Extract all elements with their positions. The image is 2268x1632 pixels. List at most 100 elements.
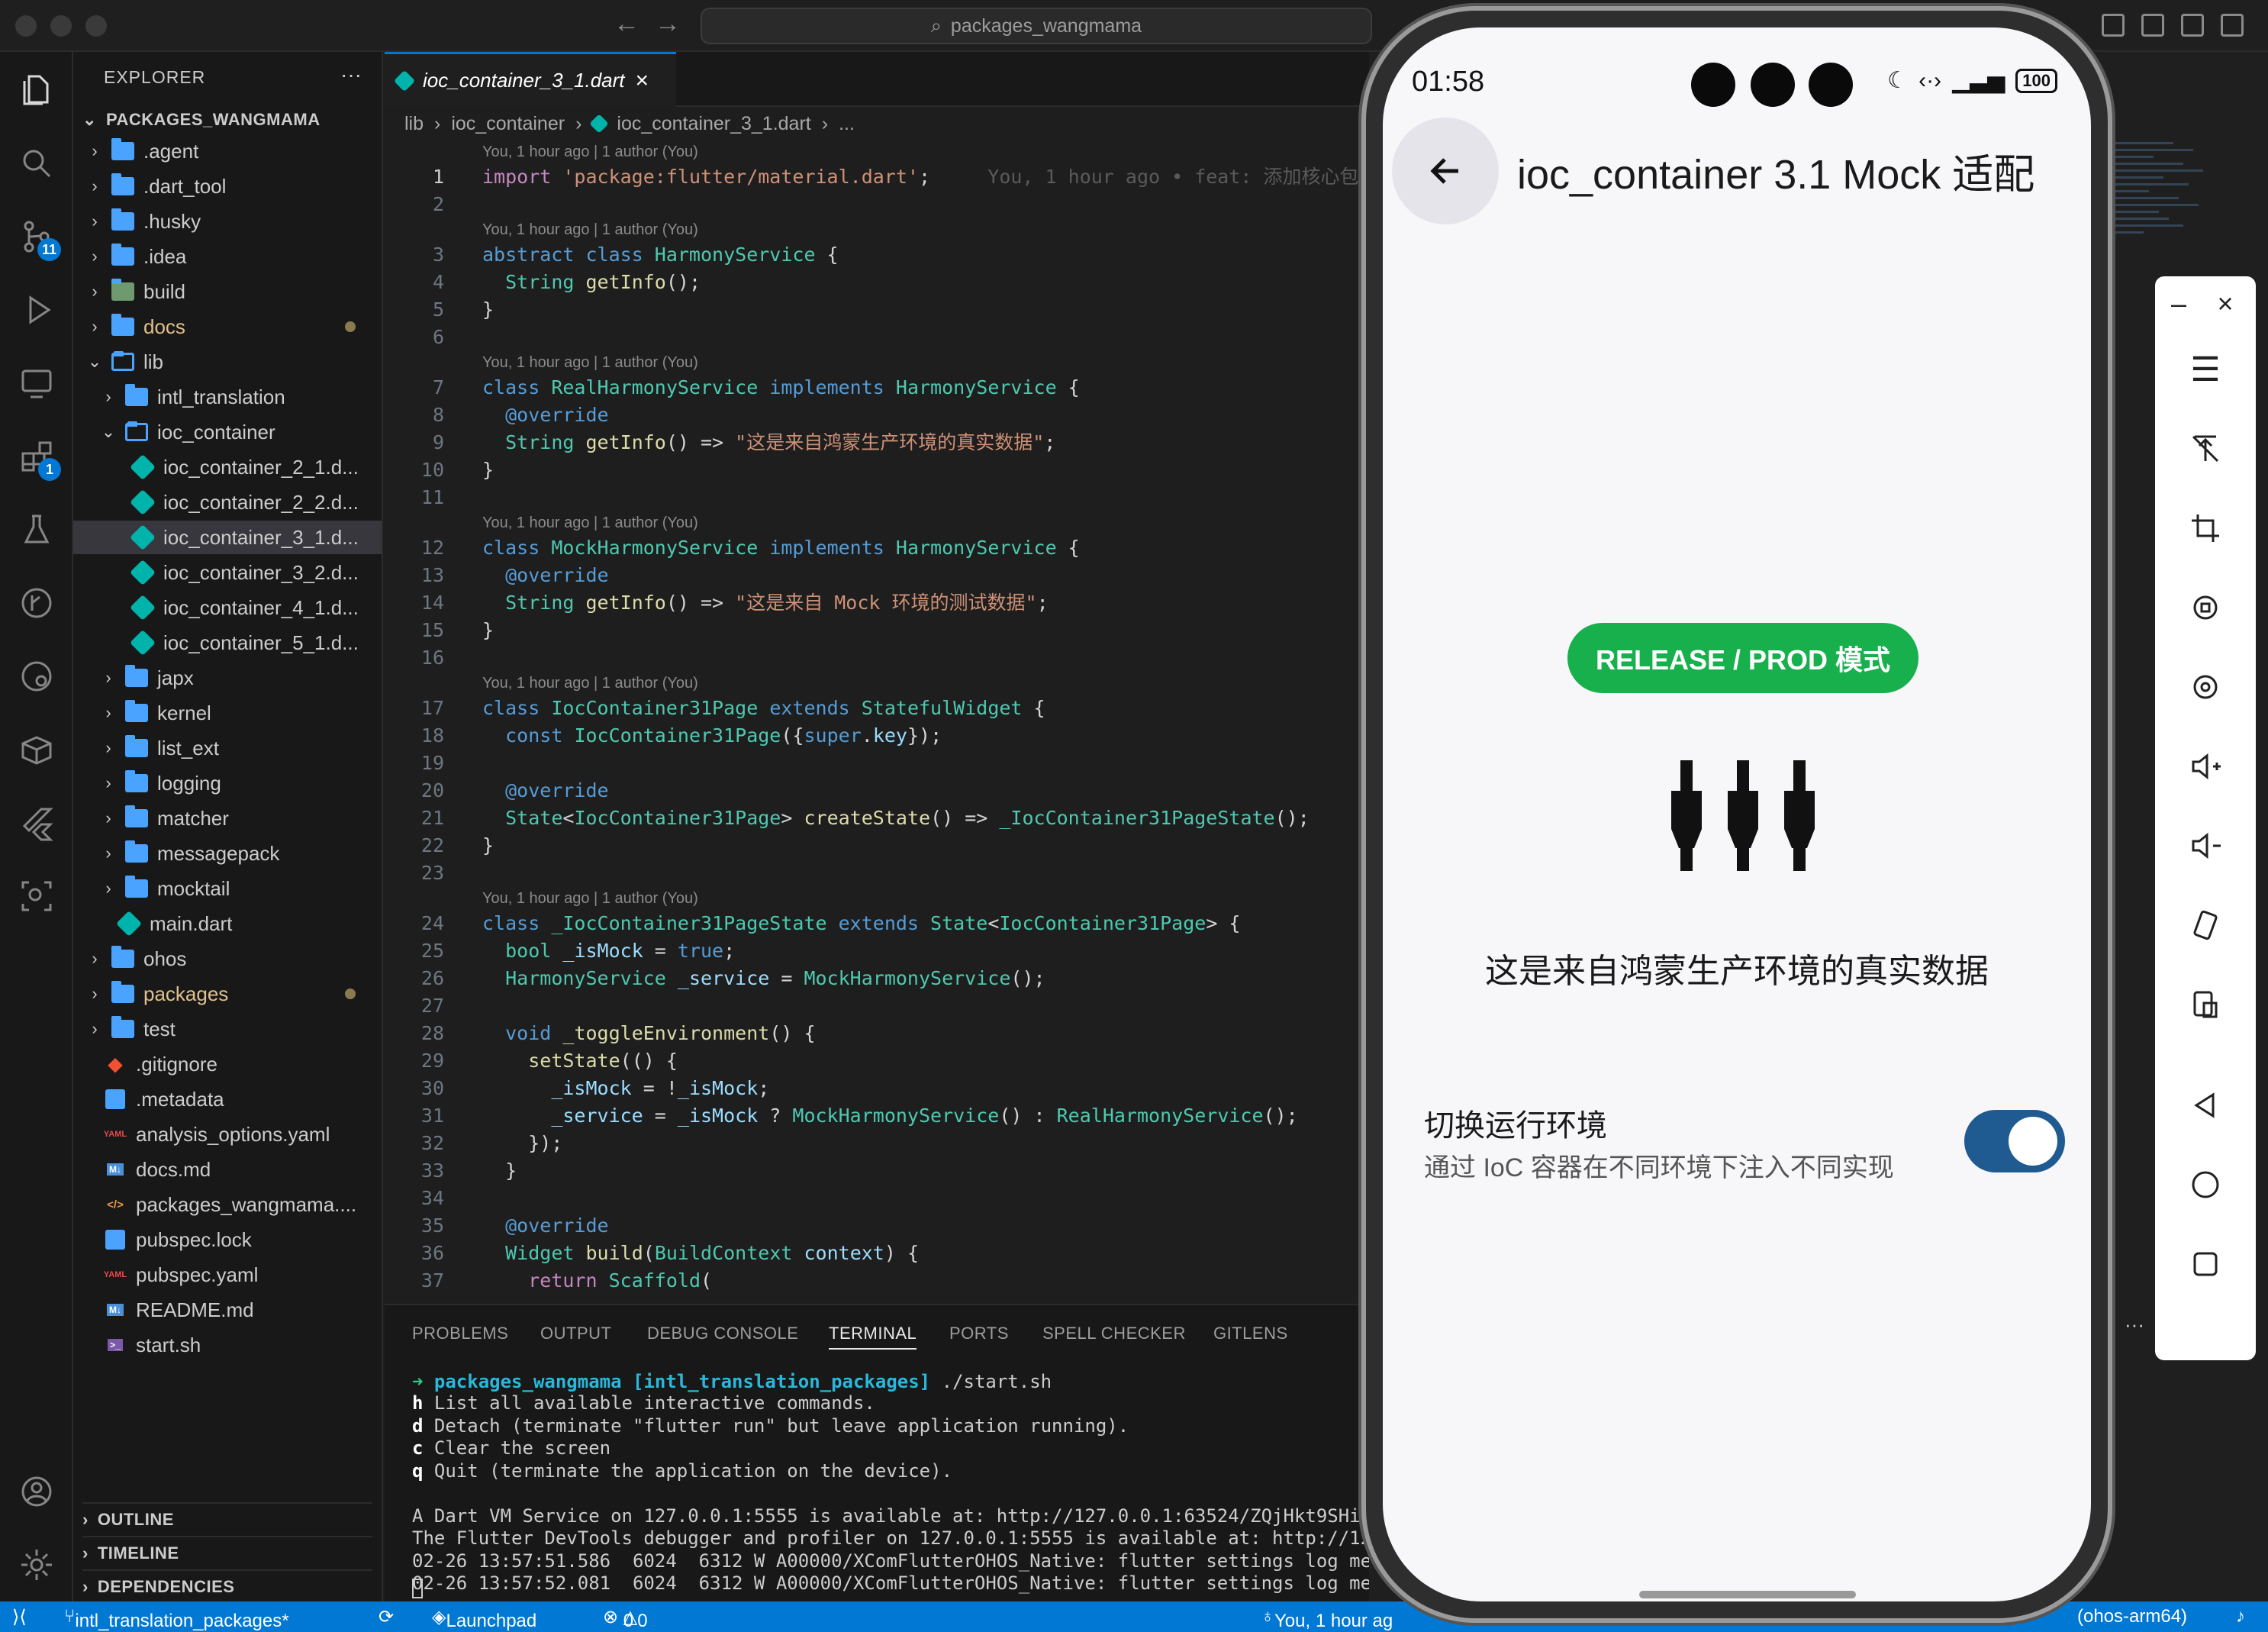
launchpad-status[interactable]: ◈ Launchpad	[432, 1606, 536, 1631]
codelens-blame[interactable]: You, 1 hour ago | 1 author (You)	[482, 140, 698, 163]
close-window-button[interactable]	[15, 15, 37, 37]
account-icon[interactable]	[14, 1469, 60, 1514]
tree-file[interactable]: ioc_container_5_1.d...	[73, 626, 382, 660]
tree-file[interactable]: pubspec.lock	[73, 1223, 382, 1256]
home-indicator[interactable]	[1639, 1591, 1856, 1598]
tree-file[interactable]: </> packages_wangmama....	[73, 1188, 382, 1221]
gitlens-icon[interactable]	[14, 653, 60, 699]
tab-ioc-container-3-1[interactable]: ioc_container_3_1.dart ×	[385, 52, 676, 107]
tree-file[interactable]: .metadata	[73, 1082, 382, 1116]
tree-folder[interactable]: › mocktail	[73, 872, 382, 905]
toggle-secondary-sidebar-icon[interactable]	[2221, 14, 2244, 37]
tree-folder[interactable]: › kernel	[73, 696, 382, 730]
extensions-icon[interactable]: 1	[14, 434, 61, 481]
tree-file[interactable]: main.dart	[73, 907, 382, 940]
rotate-right-icon[interactable]	[2178, 660, 2233, 714]
blame-status[interactable]: ♁ You, 1 hour ag	[1261, 1606, 1393, 1631]
close-tab-icon[interactable]: ×	[636, 68, 649, 94]
codelens-blame[interactable]: You, 1 hour ago | 1 author (You)	[482, 218, 698, 241]
tab-problems[interactable]: PROBLEMS	[412, 1324, 508, 1343]
tree-file[interactable]: ioc_container_2_1.d...	[73, 450, 382, 484]
dependencies-section[interactable]: › DEPENDENCIES	[82, 1569, 372, 1597]
tab-output[interactable]: OUTPUT	[540, 1324, 611, 1343]
tree-folder[interactable]: › ohos	[73, 942, 382, 976]
tree-folder[interactable]: › docs	[73, 310, 382, 343]
breadcrumb-symbol[interactable]: ...	[839, 113, 855, 135]
recents-nav-icon[interactable]	[2178, 1237, 2233, 1292]
tree-file[interactable]: M↓ docs.md	[73, 1153, 382, 1186]
search-icon[interactable]	[14, 140, 60, 186]
tree-folder[interactable]: › matcher	[73, 801, 382, 835]
layout-icon[interactable]	[2102, 14, 2125, 37]
tree-file[interactable]: YAML pubspec.yaml	[73, 1258, 382, 1292]
tree-folder[interactable]: › list_ext	[73, 731, 382, 765]
settings-gear-icon[interactable]	[14, 1542, 60, 1588]
code-editor[interactable]: You, 1 hour ago | 1 author (You) 1 import…	[385, 140, 1369, 1301]
forward-arrow-icon[interactable]: →	[655, 9, 681, 39]
explorer-more-button[interactable]: ···	[340, 63, 362, 87]
tab-spell-checker[interactable]: SPELL CHECKER	[1042, 1324, 1186, 1343]
rotate-left-icon[interactable]	[2178, 580, 2233, 635]
tree-folder[interactable]: › japx	[73, 661, 382, 695]
run-debug-icon[interactable]	[14, 287, 60, 333]
remote-icon[interactable]: ⟩⟨	[12, 1606, 27, 1628]
minimize-emulator-button[interactable]: –	[2160, 276, 2198, 331]
close-emulator-button[interactable]: ×	[2202, 276, 2248, 331]
tree-folder[interactable]: ⌄ ioc_container	[73, 415, 382, 449]
command-center-search[interactable]: ⌕ packages_wangmama	[701, 8, 1372, 44]
tree-file[interactable]: >_ start.sh	[73, 1328, 382, 1362]
breadcrumb-lib[interactable]: lib	[404, 113, 424, 135]
tree-file[interactable]: ioc_container_3_1.d...	[73, 521, 382, 554]
scan-icon[interactable]	[14, 873, 60, 919]
containers-icon[interactable]	[14, 727, 60, 772]
volume-up-icon[interactable]	[2178, 739, 2233, 794]
codelens-blame[interactable]: You, 1 hour ago | 1 author (You)	[482, 672, 698, 695]
codelens-blame[interactable]: You, 1 hour ago | 1 author (You)	[482, 511, 698, 534]
codelens-blame[interactable]: You, 1 hour ago | 1 author (You)	[482, 351, 698, 374]
menu-icon[interactable]: ☰	[2178, 342, 2233, 397]
tree-file[interactable]: ioc_container_3_2.d...	[73, 556, 382, 589]
tab-gitlens[interactable]: GITLENS	[1213, 1324, 1288, 1343]
tree-folder[interactable]: › messagepack	[73, 837, 382, 870]
crop-icon[interactable]	[2178, 501, 2233, 556]
source-control-icon[interactable]: 11	[14, 214, 61, 261]
sync-icon[interactable]: ⟳	[379, 1606, 394, 1628]
workspace-root[interactable]: ⌄ PACKAGES_WANGMAMA	[82, 110, 321, 130]
toggle-panel-icon[interactable]	[2181, 14, 2204, 37]
maximize-window-button[interactable]	[85, 15, 107, 37]
back-nav-icon[interactable]	[2178, 1078, 2233, 1133]
tree-file[interactable]: ◆ .gitignore	[73, 1047, 382, 1081]
explorer-icon[interactable]	[14, 67, 60, 113]
problems-status[interactable]: ⊗ 0 △ 0	[603, 1606, 648, 1631]
breadcrumb-ioc-container[interactable]: ioc_container	[451, 113, 565, 135]
phone-screen[interactable]: 01:58 ☾ ‹·› ▁▃▅ 100 DEBUG ioc_container 3.1…	[1383, 27, 2091, 1601]
tree-file[interactable]: YAML analysis_options.yaml	[73, 1118, 382, 1151]
tree-folder[interactable]: › .idea	[73, 240, 382, 273]
tree-file[interactable]: M↓ README.md	[73, 1293, 382, 1327]
tree-folder[interactable]: › .agent	[73, 134, 382, 168]
tree-file[interactable]: ioc_container_4_1.d...	[73, 591, 382, 624]
tree-folder[interactable]: › .husky	[73, 205, 382, 238]
outline-section[interactable]: › OUTLINE	[82, 1502, 372, 1530]
tab-debug-console[interactable]: DEBUG CONSOLE	[647, 1324, 798, 1343]
timeline-section[interactable]: › TIMELINE	[82, 1536, 372, 1563]
tree-folder[interactable]: › test	[73, 1012, 382, 1046]
tree-folder[interactable]: › build	[73, 275, 382, 308]
tree-folder[interactable]: ⌄ lib	[73, 345, 382, 379]
environment-toggle-switch[interactable]	[1964, 1110, 2065, 1172]
tree-folder[interactable]: › intl_translation	[73, 380, 382, 414]
notifications-bell-icon[interactable]: ♪	[2236, 1606, 2245, 1627]
rotate-device-icon[interactable]	[2178, 898, 2233, 953]
tree-file[interactable]: ioc_container_2_2.d...	[73, 485, 382, 519]
breadcrumb-file[interactable]: ioc_container_3_1.dart	[617, 113, 810, 135]
codelens-blame[interactable]: You, 1 hour ago | 1 author (You)	[482, 887, 698, 910]
testing-icon[interactable]	[14, 507, 60, 553]
screenshot-icon[interactable]	[2178, 977, 2233, 1032]
volume-down-icon[interactable]	[2178, 818, 2233, 873]
pin-off-icon[interactable]	[2178, 421, 2233, 476]
device-status[interactable]: (ohos-arm64)	[2077, 1606, 2187, 1627]
tree-folder[interactable]: › packages	[73, 977, 382, 1011]
remote-explorer-icon[interactable]	[14, 360, 60, 406]
tree-folder[interactable]: › logging	[73, 766, 382, 800]
minimize-window-button[interactable]	[50, 15, 72, 37]
